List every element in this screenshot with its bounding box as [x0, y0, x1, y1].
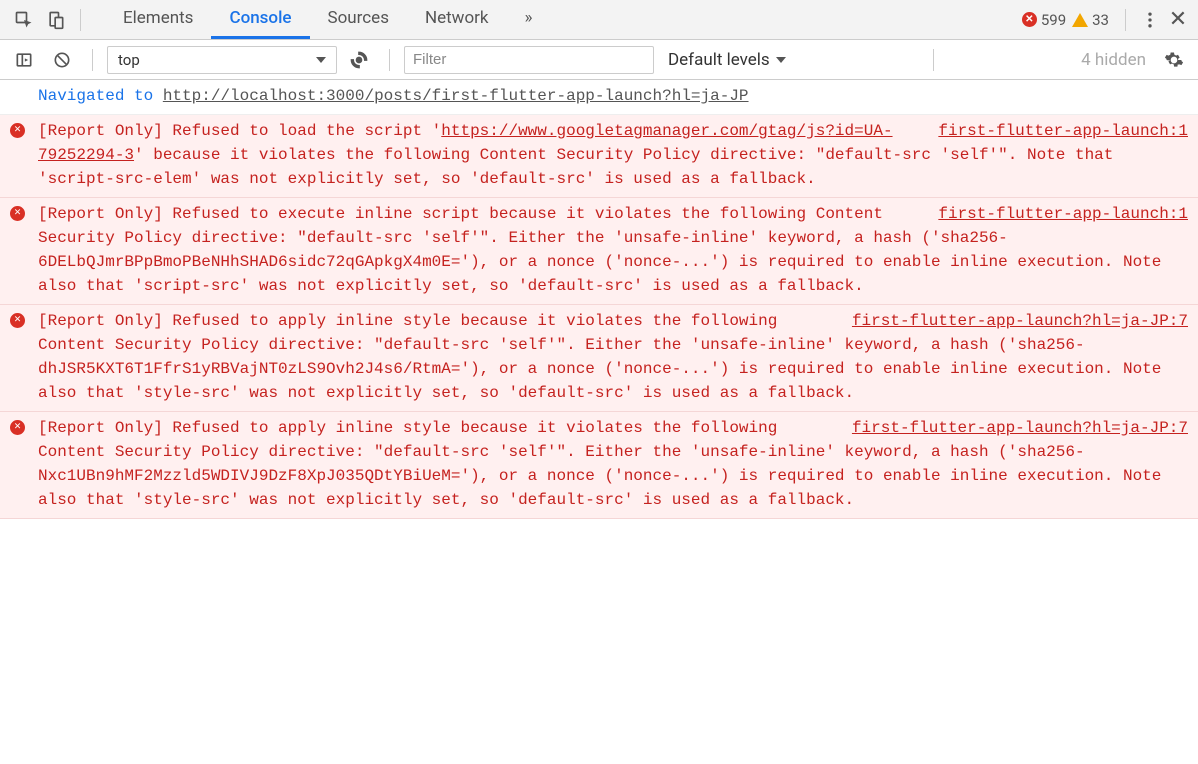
more-menu-icon[interactable] [1134, 4, 1166, 36]
chevron-down-icon [776, 57, 786, 63]
log-error: ✕ first-flutter-app-launch?hl=ja-JP:7 [R… [0, 412, 1198, 519]
error-icon-wrapper: ✕ [10, 123, 28, 138]
divider [389, 49, 390, 71]
log-text-post: ' because it violates the following Cont… [38, 146, 1113, 188]
tabs-overflow[interactable]: » [507, 0, 551, 39]
context-label: top [118, 51, 140, 69]
log-message: first-flutter-app-launch?hl=ja-JP:7 [Rep… [38, 416, 1188, 512]
device-toolbar-icon[interactable] [40, 4, 72, 36]
nav-url-link[interactable]: http://localhost:3000/posts/first-flutte… [163, 87, 749, 105]
close-devtools-icon[interactable]: ✕ [1166, 7, 1190, 32]
tab-label: Network [425, 8, 489, 28]
error-icon-wrapper: ✕ [10, 420, 28, 435]
tab-label: Sources [328, 8, 389, 28]
error-icon-wrapper: ✕ [10, 313, 28, 328]
execution-context-select[interactable]: top [107, 46, 337, 74]
error-badge[interactable]: ✕ 599 [1022, 11, 1066, 29]
chevron-down-icon [316, 57, 326, 63]
error-icon-wrapper: ✕ [10, 206, 28, 221]
nav-label: Navigated to [38, 87, 163, 105]
divider [80, 9, 81, 31]
divider [1125, 9, 1126, 31]
error-icon: ✕ [10, 123, 25, 138]
log-levels-select[interactable]: Default levels [660, 47, 794, 73]
console-settings-icon[interactable] [1158, 44, 1190, 76]
log-message: first-flutter-app-launch:1 [Report Only]… [38, 119, 1188, 191]
console-log-list: Navigated to http://localhost:3000/posts… [0, 80, 1198, 764]
log-error: ✕ first-flutter-app-launch:1 [Report Onl… [0, 115, 1198, 198]
divider [933, 49, 934, 71]
error-icon: ✕ [1022, 12, 1037, 27]
log-source-link[interactable]: first-flutter-app-launch:1 [938, 202, 1188, 226]
log-message: first-flutter-app-launch?hl=ja-JP:7 [Rep… [38, 309, 1188, 405]
warning-count: 33 [1092, 11, 1109, 29]
log-error: ✕ first-flutter-app-launch?hl=ja-JP:7 [R… [0, 305, 1198, 412]
log-text-pre: [Report Only] Refused to load the script… [38, 122, 441, 140]
inspect-element-icon[interactable] [8, 4, 40, 36]
tab-console[interactable]: Console [211, 0, 309, 39]
tab-label: Elements [123, 8, 193, 28]
tabs: Elements Console Sources Network » [105, 0, 551, 39]
warning-icon [1072, 13, 1088, 27]
issue-counters[interactable]: ✕ 599 33 [1022, 11, 1109, 29]
divider [92, 49, 93, 71]
error-icon: ✕ [10, 206, 25, 221]
hidden-messages-count[interactable]: 4 hidden [1081, 50, 1152, 70]
tab-network[interactable]: Network [407, 0, 507, 39]
overflow-glyph: » [525, 8, 533, 28]
error-icon: ✕ [10, 420, 25, 435]
log-navigation: Navigated to http://localhost:3000/posts… [0, 80, 1198, 115]
log-source-link[interactable]: first-flutter-app-launch:1 [938, 119, 1188, 143]
log-error: ✕ first-flutter-app-launch:1 [Report Onl… [0, 198, 1198, 305]
warning-badge[interactable]: 33 [1072, 11, 1109, 29]
filter-input[interactable] [404, 46, 654, 74]
log-message: first-flutter-app-launch:1 [Report Only]… [38, 202, 1188, 298]
tab-elements[interactable]: Elements [105, 0, 211, 39]
tab-label: Console [229, 8, 291, 28]
live-expression-icon[interactable] [343, 44, 375, 76]
error-count: 599 [1041, 11, 1066, 29]
tab-sources[interactable]: Sources [310, 0, 407, 39]
clear-console-icon[interactable] [46, 44, 78, 76]
console-toolbar: top Default levels 4 hidden [0, 40, 1198, 80]
toggle-sidebar-icon[interactable] [8, 44, 40, 76]
levels-label: Default levels [668, 50, 770, 70]
devtools-tabbar: Elements Console Sources Network » ✕ 599… [0, 0, 1198, 40]
log-source-link[interactable]: first-flutter-app-launch?hl=ja-JP:7 [852, 416, 1188, 440]
log-source-link[interactable]: first-flutter-app-launch?hl=ja-JP:7 [852, 309, 1188, 333]
error-icon: ✕ [10, 313, 25, 328]
log-message: Navigated to http://localhost:3000/posts… [38, 84, 1188, 108]
